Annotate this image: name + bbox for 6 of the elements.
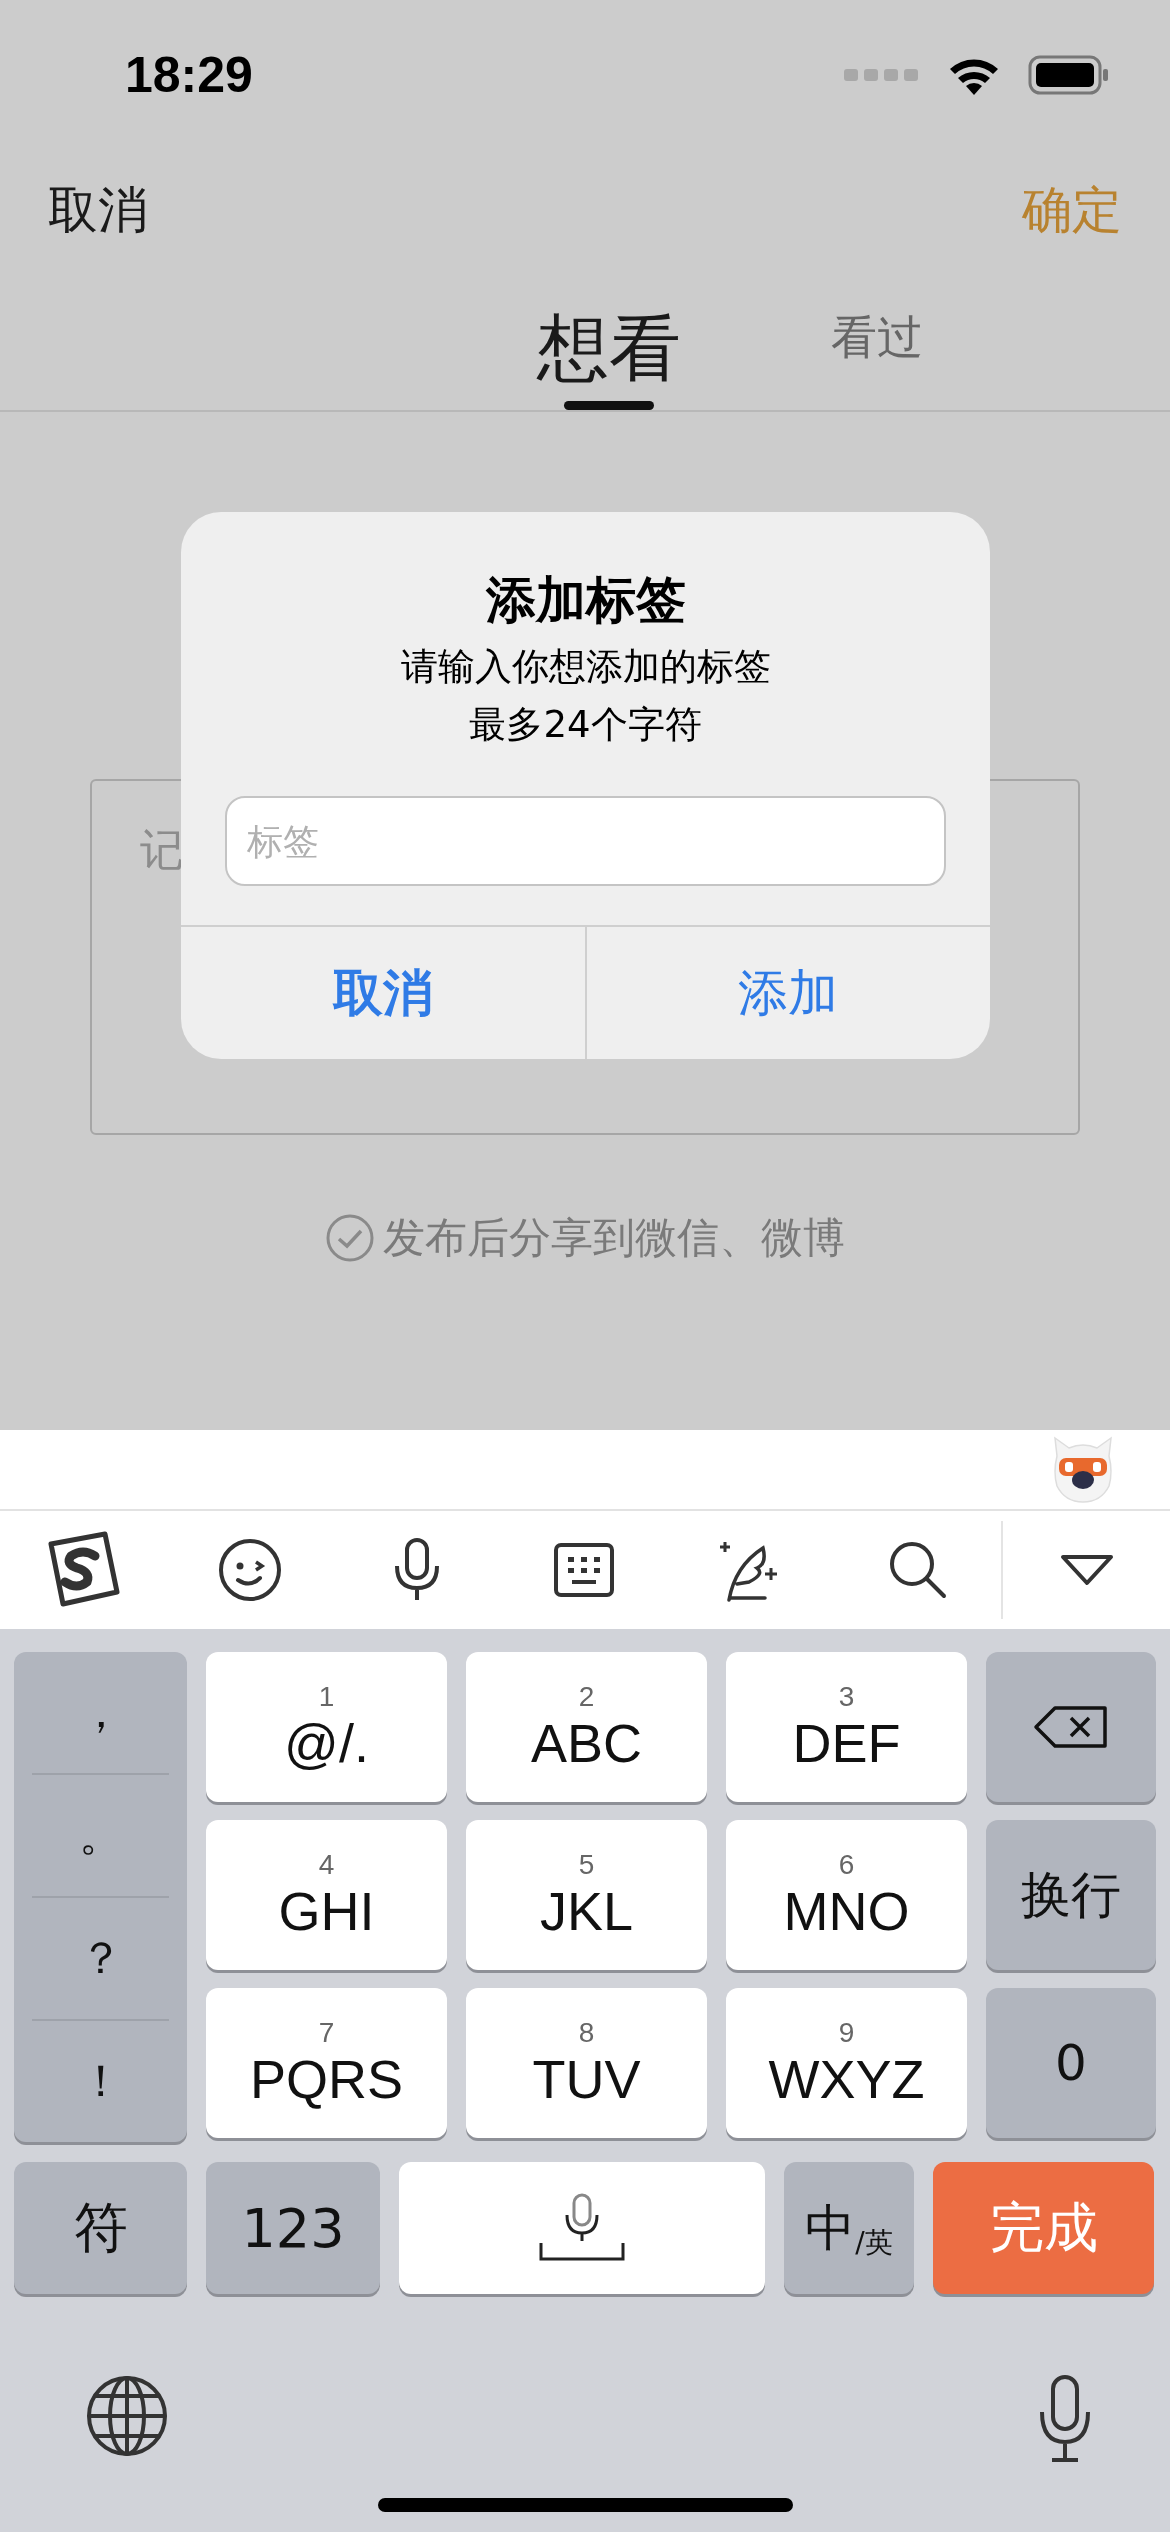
status-time: 18:29	[125, 46, 253, 104]
dialog-message: 最多24个字符	[468, 702, 703, 748]
dialog-message: 请输入你想添加的标签	[399, 644, 772, 690]
note-placeholder: 记	[140, 824, 184, 875]
dialog-title: 添加标签	[484, 570, 687, 631]
share-label: 发布后分享到微信、微博	[383, 1212, 845, 1264]
